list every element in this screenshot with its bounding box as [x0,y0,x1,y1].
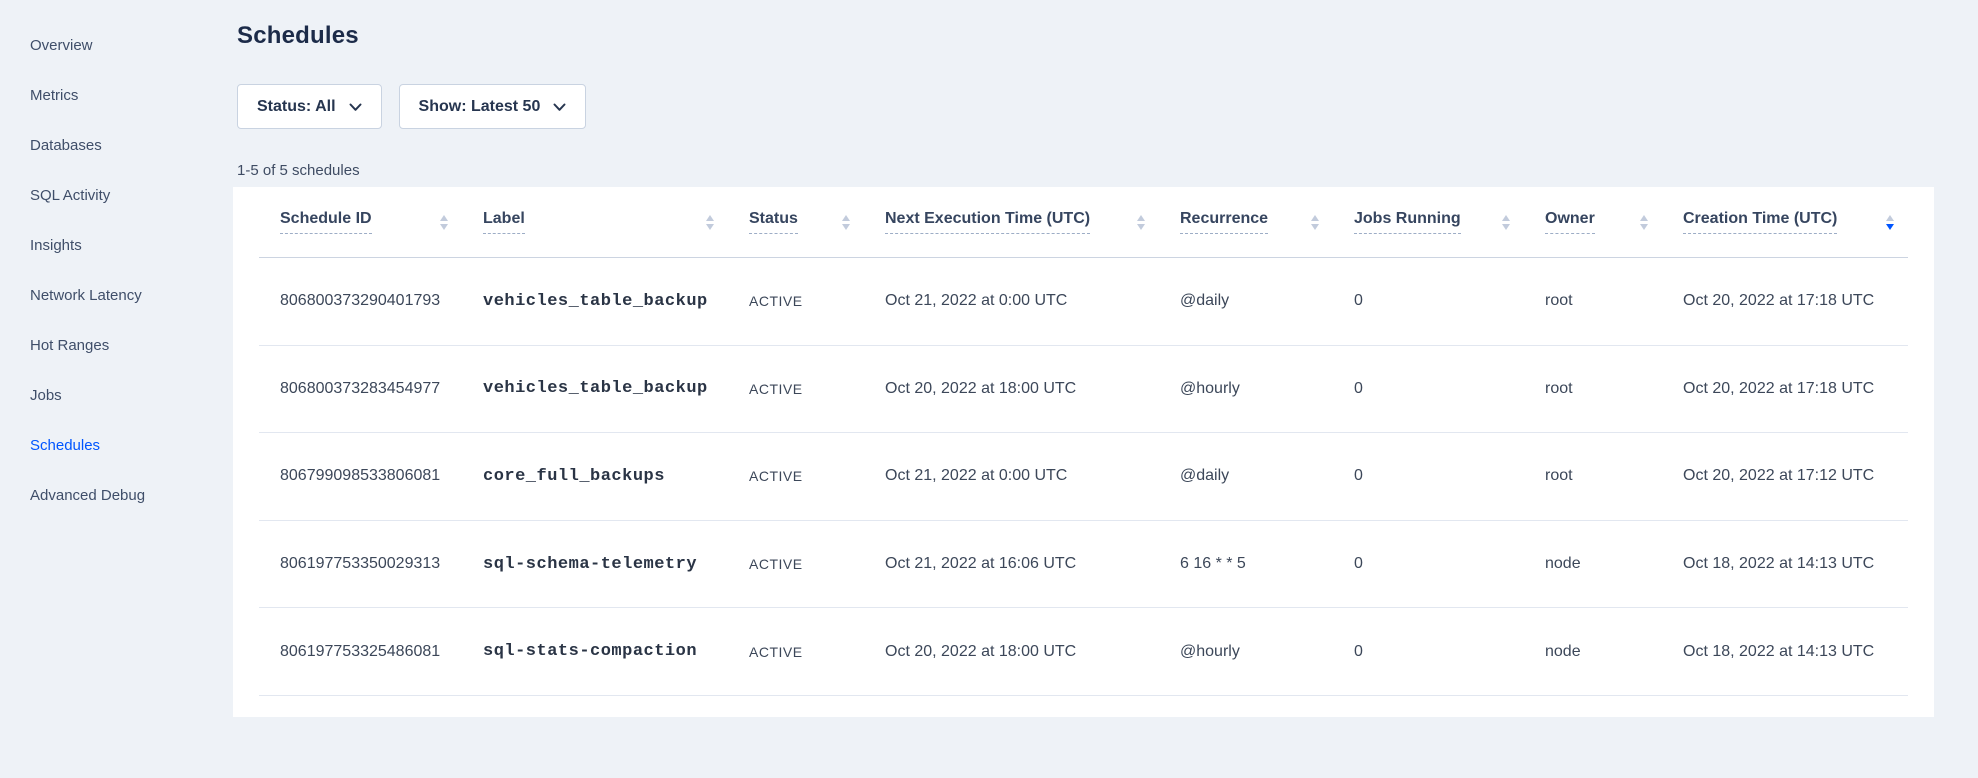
page-title: Schedules [237,22,359,50]
chevron-down-icon [553,103,566,112]
cell-creation-time: Oct 18, 2022 at 14:13 UTC [1662,555,1908,573]
status-filter-dropdown[interactable]: Status: All [237,84,382,129]
sort-icon [428,215,448,230]
cell-next-execution-time: Oct 20, 2022 at 18:00 UTC [864,380,1159,398]
cell-status: ACTIVE [728,556,864,572]
cell-owner: root [1524,380,1662,398]
cell-creation-time: Oct 20, 2022 at 17:12 UTC [1662,467,1908,485]
table-header-row: Schedule ID Label Status Next Execution … [259,187,1908,258]
sidebar: Overview Metrics Databases SQL Activity … [0,0,233,778]
show-latest-dropdown[interactable]: Show: Latest 50 [399,84,587,129]
sort-icon [1628,215,1648,230]
sidebar-item-network-latency[interactable]: Network Latency [0,270,233,320]
column-header-recurrence[interactable]: Recurrence [1159,210,1333,234]
cell-jobs-running: 0 [1333,555,1524,573]
column-header-status[interactable]: Status [728,210,864,234]
sidebar-item-jobs[interactable]: Jobs [0,370,233,420]
cell-schedule-id: 806197753350029313 [259,555,462,573]
sort-desc-icon [1874,215,1894,230]
table-row[interactable]: 806799098533806081 core_full_backups ACT… [259,433,1908,521]
table-row[interactable]: 806197753325486081 sql-stats-compaction … [259,608,1908,696]
status-filter-label: Status: All [257,98,336,116]
sort-icon [1490,215,1510,230]
cell-schedule-id: 806799098533806081 [259,467,462,485]
cell-owner: node [1524,555,1662,573]
sidebar-item-schedules[interactable]: Schedules [0,420,233,470]
cell-jobs-running: 0 [1333,467,1524,485]
column-header-label[interactable]: Label [462,210,728,234]
sort-icon [1299,215,1319,230]
table-row[interactable]: 806800373283454977 vehicles_table_backup… [259,346,1908,434]
sidebar-item-advanced-debug[interactable]: Advanced Debug [0,470,233,520]
sidebar-item-overview[interactable]: Overview [0,20,233,70]
table-body: 806800373290401793 vehicles_table_backup… [259,258,1908,696]
cell-label: core_full_backups [462,467,728,486]
sidebar-item-metrics[interactable]: Metrics [0,70,233,120]
cell-label: sql-schema-telemetry [462,555,728,574]
schedules-table: Schedule ID Label Status Next Execution … [259,187,1908,696]
cell-recurrence: @hourly [1159,643,1333,661]
column-header-jobs-running[interactable]: Jobs Running [1333,210,1524,234]
cell-owner: node [1524,643,1662,661]
sort-icon [830,215,850,230]
cell-jobs-running: 0 [1333,643,1524,661]
cell-schedule-id: 806197753325486081 [259,643,462,661]
cell-jobs-running: 0 [1333,292,1524,310]
column-header-creation-time[interactable]: Creation Time (UTC) [1662,210,1908,234]
cell-label: vehicles_table_backup [462,292,728,311]
cell-status: ACTIVE [728,644,864,660]
cell-jobs-running: 0 [1333,380,1524,398]
cell-next-execution-time: Oct 21, 2022 at 16:06 UTC [864,555,1159,573]
column-header-schedule-id[interactable]: Schedule ID [259,210,462,234]
cell-schedule-id: 806800373283454977 [259,380,462,398]
chevron-down-icon [349,103,362,112]
cell-owner: root [1524,292,1662,310]
cell-creation-time: Oct 18, 2022 at 14:13 UTC [1662,643,1908,661]
cell-recurrence: 6 16 * * 5 [1159,555,1333,573]
main-content: Schedules Status: All Show: Latest 50 1-… [233,0,1978,778]
table-row[interactable]: 806197753350029313 sql-schema-telemetry … [259,521,1908,609]
cell-next-execution-time: Oct 21, 2022 at 0:00 UTC [864,292,1159,310]
table-row[interactable]: 806800373290401793 vehicles_table_backup… [259,258,1908,346]
sort-icon [1125,215,1145,230]
sidebar-item-sql-activity[interactable]: SQL Activity [0,170,233,220]
cell-schedule-id: 806800373290401793 [259,292,462,310]
cell-label: vehicles_table_backup [462,379,728,398]
cell-recurrence: @hourly [1159,380,1333,398]
cell-owner: root [1524,467,1662,485]
cell-status: ACTIVE [728,293,864,309]
sidebar-item-databases[interactable]: Databases [0,120,233,170]
cell-status: ACTIVE [728,468,864,484]
cell-label: sql-stats-compaction [462,642,728,661]
filter-bar: Status: All Show: Latest 50 [237,84,586,129]
cell-status: ACTIVE [728,381,864,397]
results-count: 1-5 of 5 schedules [237,162,360,179]
column-header-owner[interactable]: Owner [1524,210,1662,234]
sort-icon [694,215,714,230]
cell-creation-time: Oct 20, 2022 at 17:18 UTC [1662,380,1908,398]
schedules-table-card: Schedule ID Label Status Next Execution … [233,187,1934,717]
cell-next-execution-time: Oct 21, 2022 at 0:00 UTC [864,467,1159,485]
cell-creation-time: Oct 20, 2022 at 17:18 UTC [1662,292,1908,310]
column-header-next-execution-time[interactable]: Next Execution Time (UTC) [864,210,1159,234]
cell-recurrence: @daily [1159,467,1333,485]
show-latest-label: Show: Latest 50 [419,98,541,116]
cell-next-execution-time: Oct 20, 2022 at 18:00 UTC [864,643,1159,661]
cell-recurrence: @daily [1159,292,1333,310]
sidebar-item-insights[interactable]: Insights [0,220,233,270]
sidebar-item-hot-ranges[interactable]: Hot Ranges [0,320,233,370]
